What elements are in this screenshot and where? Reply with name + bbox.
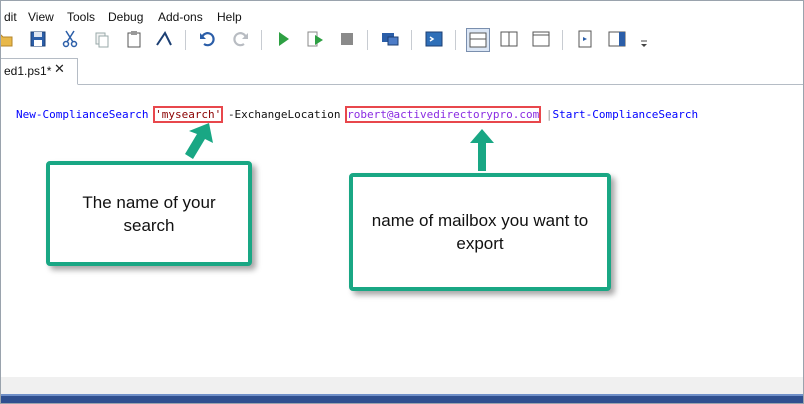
toolbar-separator [261,30,262,50]
script-tab[interactable]: ed1.ps1* ✕ [1,58,78,85]
toolbar-separator [562,30,563,50]
console-pane-edge [1,377,803,394]
show-script-top-icon[interactable] [466,28,490,52]
menu-bar: dit View Tools Debug Add-ons Help [1,1,803,25]
arrow-to-search-name [185,123,213,159]
menu-tools[interactable]: Tools [67,10,95,24]
show-script-right-icon[interactable] [498,28,520,50]
run-icon[interactable] [272,28,294,50]
toolbar-separator [185,30,186,50]
callout-search-name: The name of your search [46,161,252,266]
toolbar-separator [411,30,412,50]
open-folder-icon[interactable] [1,28,15,50]
powershell-console-icon[interactable] [423,28,445,50]
menu-debug[interactable]: Debug [108,10,143,24]
toolbar [1,25,803,55]
code-line[interactable]: New-ComplianceSearch 'mysearch' -Exchang… [16,106,699,123]
script-tab-label: ed1.ps1* [4,64,52,78]
callout-search-name-text: The name of your search [82,192,216,235]
menu-add-ons[interactable]: Add-ons [158,10,203,24]
show-command-addon-icon[interactable] [606,28,628,50]
script-tab-strip: ed1.ps1* ✕ [1,55,803,85]
menu-view[interactable]: View [28,10,54,24]
cmdlet-new-compliancesearch: New-ComplianceSearch [16,108,149,121]
run-selection-icon[interactable] [304,28,326,50]
search-name-value: 'mysearch' [153,106,224,123]
show-command-window-icon[interactable] [574,28,596,50]
menu-edit[interactable]: dit [4,10,17,24]
arrow-to-mailbox [470,129,494,171]
show-script-maximized-icon[interactable] [530,28,552,50]
cmdlet-start-compliancesearch: Start-ComplianceSearch [552,108,699,121]
redo-icon[interactable] [229,28,251,50]
callout-mailbox-text: name of mailbox you want to export [371,211,589,253]
cut-icon[interactable] [59,28,81,50]
stop-icon[interactable] [336,28,358,50]
script-editor[interactable]: New-ComplianceSearch 'mysearch' -Exchang… [1,85,803,377]
copy-icon[interactable] [91,28,113,50]
callout-mailbox: name of mailbox you want to export [349,173,611,291]
clear-console-icon[interactable] [153,28,175,50]
status-bar [1,394,803,403]
remote-powershell-icon[interactable] [379,28,401,50]
save-icon[interactable] [27,28,49,50]
toolbar-separator [367,30,368,50]
ise-window: dit View Tools Debug Add-ons Help ed1.ps… [0,0,804,404]
mailbox-address-value: robert@activedirectorypro.com [345,106,542,123]
exchange-location-parameter: -ExchangeLocation [227,108,341,121]
toolbar-separator [455,30,456,50]
menu-help[interactable]: Help [217,10,242,24]
undo-icon[interactable] [197,28,219,50]
paste-icon[interactable] [123,28,145,50]
toolbar-overflow-icon[interactable] [633,28,647,50]
close-icon[interactable]: ✕ [54,63,65,77]
